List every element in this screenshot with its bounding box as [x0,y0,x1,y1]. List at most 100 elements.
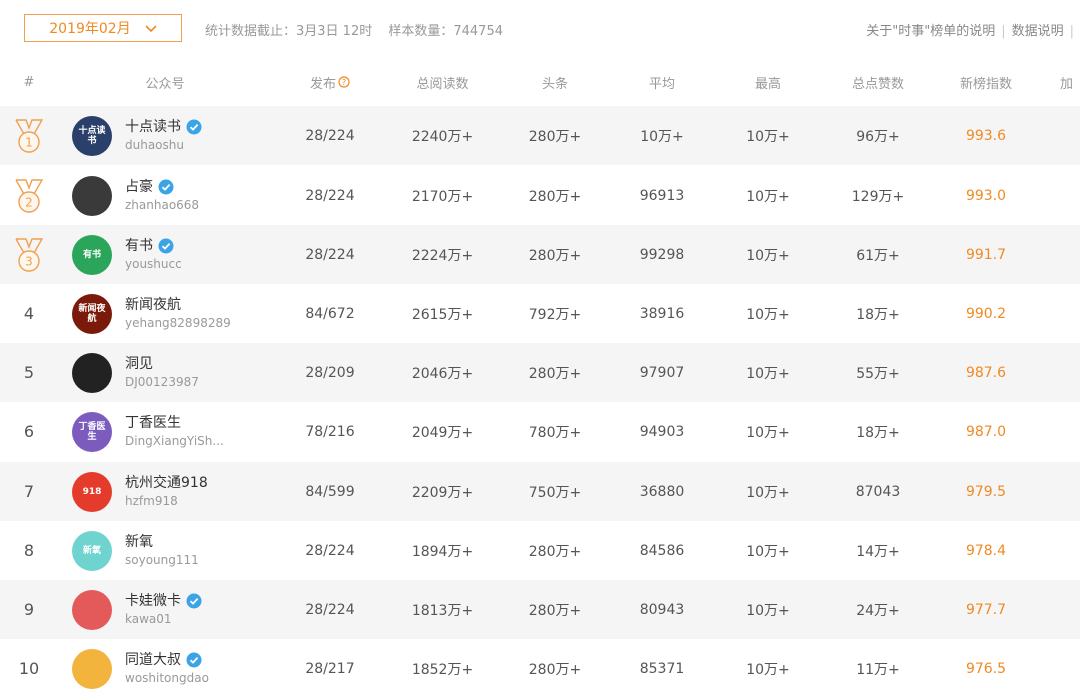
publish-count: 28/224 [305,246,355,263]
avatar-label: 丁香医生 [78,421,106,442]
headline-reads: 280万+ [528,247,582,264]
account-cell[interactable]: 新闻夜航 新闻夜航 yehang82898289 [72,284,292,343]
table-row[interactable]: 6 丁香医生 丁香医生 DingXiangYiSh... 78/216 2049… [0,402,1080,461]
publish-count: 28/224 [305,542,355,559]
account-cell[interactable]: 卡娃微卡 kawa01 [72,580,292,639]
account-name-row: 卡娃微卡 [125,592,202,610]
total-likes: 14万+ [856,543,900,560]
verified-badge-icon [158,238,174,253]
rank-number: 9 [23,600,35,619]
account-name[interactable]: 新氧 [125,533,153,551]
account-cell[interactable]: 占豪 zhanhao668 [72,166,292,225]
rank-number: 5 [23,363,35,382]
account-name[interactable]: 洞见 [125,355,153,373]
medal-icon: 3 [15,237,44,272]
account-cell[interactable]: 有书 有书 youshucc [72,225,292,284]
account-cell[interactable]: 918 杭州交通918 hzfm918 [72,462,292,521]
account-name[interactable]: 十点读书 [125,118,181,136]
account-name[interactable]: 丁香医生 [125,414,181,432]
account-cell[interactable]: 同道大叔 woshitongdao [72,639,292,698]
medal-rank-text: 1 [25,135,33,149]
table-row[interactable]: 4 新闻夜航 新闻夜航 yehang82898289 84/672 2615万+… [0,284,1080,343]
headline-reads: 280万+ [528,128,582,145]
index-value: 978.4 [965,542,1007,559]
help-icon[interactable]: ? [338,76,350,88]
index-value: 990.2 [965,305,1007,322]
account-name[interactable]: 有书 [125,237,153,255]
avatar[interactable]: 918 [72,471,112,512]
verified-badge-icon [186,119,202,134]
account-cell[interactable]: 洞见 DJ00123987 [72,343,292,402]
headline-reads: 280万+ [528,543,582,560]
avatar[interactable]: 新闻夜航 [72,293,112,334]
avatar[interactable]: 有书 [72,234,112,275]
account-name[interactable]: 卡娃微卡 [125,592,181,610]
table-row[interactable]: 10 同道大叔 woshitongdao 28/217 1852万+ 280万+… [0,639,1080,698]
total-likes: 61万+ [856,247,900,264]
link-data-info[interactable]: 数据说明 [1012,24,1064,39]
avatar[interactable]: 新氧 [72,530,112,571]
account-name-row: 杭州交通918 [125,474,208,492]
svg-text:?: ? [342,78,346,87]
rank-cell: 10 [0,639,58,698]
rank-cell: 5 [0,343,58,402]
index-value: 993.0 [965,187,1007,204]
total-likes: 24万+ [856,602,900,619]
table-row[interactable]: 9 卡娃微卡 kawa01 28/224 1813万+ 280万+ 80943 … [0,580,1080,639]
publish-count: 84/599 [305,483,355,500]
table-row[interactable]: 2 占豪 zhanhao668 28/224 2170万+ 280万+ 9691… [0,166,1080,225]
account-name[interactable]: 占豪 [125,178,153,196]
account-name[interactable]: 同道大叔 [125,651,181,669]
month-select-value: 2019年02月 [49,21,131,37]
table-row[interactable]: 5 洞见 DJ00123987 28/209 2046万+ 280万+ 9790… [0,343,1080,402]
headline-reads: 280万+ [528,365,582,382]
publish-count: 78/216 [305,423,355,440]
account-name[interactable]: 新闻夜航 [125,296,181,314]
account-cell[interactable]: 丁香医生 丁香医生 DingXiangYiSh... [72,402,292,461]
avatar[interactable]: 丁香医生 [72,411,112,452]
chevron-down-icon [145,25,157,33]
avatar[interactable] [72,648,112,689]
account-cell[interactable]: 新氧 新氧 soyoung111 [72,521,292,580]
account-id: hzfm918 [125,493,178,508]
account-name-row: 有书 [125,237,182,255]
headline-reads: 280万+ [528,602,582,619]
max-reads: 10万+ [746,602,790,619]
account-name[interactable]: 杭州交通918 [125,474,208,492]
total-reads: 2224万+ [411,247,474,264]
headline-reads: 280万+ [528,188,582,205]
link-about-list[interactable]: 关于"时事"榜单的说明 [866,24,995,39]
col-publish[interactable]: 发布 ? [280,58,380,106]
max-reads: 10万+ [746,543,790,560]
account-id: soyoung111 [125,552,199,567]
stats-sample: 样本数量：744754 [388,24,503,39]
avatar[interactable] [72,352,112,393]
headline-reads: 280万+ [528,661,582,678]
medal-rank-text: 3 [25,254,33,268]
average-reads: 38916 [639,305,685,322]
table-row[interactable]: 7 918 杭州交通918 hzfm918 84/599 2209万+ 750万… [0,462,1080,521]
avatar[interactable] [72,175,112,216]
total-reads: 1894万+ [411,543,474,560]
max-reads: 10万+ [746,424,790,441]
col-max: 最高 [754,76,781,92]
rank-cell: 1 [0,106,58,165]
verified-badge-icon [158,179,174,194]
table-row[interactable]: 1 十点读书 十点读书 duhaoshu 28/224 2240万+ 280万+… [0,106,1080,165]
rank-cell: 3 [0,225,58,284]
col-publish-label: 发布 [309,76,336,92]
average-reads: 99298 [639,246,685,263]
medal-icon: 2 [15,178,44,213]
publish-count: 28/224 [305,127,355,144]
rank-number: 10 [18,659,40,678]
month-select[interactable]: 2019年02月 [24,14,182,42]
avatar[interactable]: 十点读书 [72,115,112,156]
table-row[interactable]: 3 有书 有书 youshucc 28/224 2224万+ 280万+ 992… [0,225,1080,284]
table-row[interactable]: 8 新氧 新氧 soyoung111 28/224 1894万+ 280万+ 8… [0,521,1080,580]
col-rank: # [23,74,35,90]
verified-badge-icon [186,652,202,667]
account-cell[interactable]: 十点读书 十点读书 duhaoshu [72,106,292,165]
avatar[interactable] [72,589,112,630]
rank-number: 4 [23,304,35,323]
rank-cell: 8 [0,521,58,580]
